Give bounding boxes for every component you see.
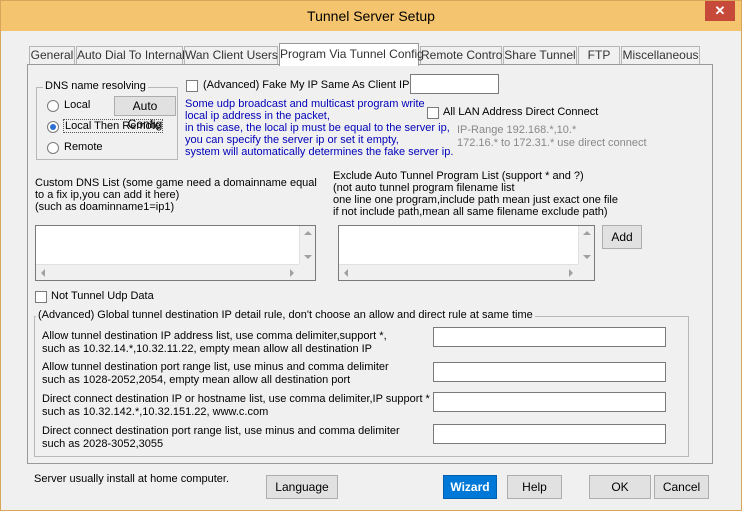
exclude-list-label: Exclude Auto Tunnel Program List (suppor… [333, 170, 618, 218]
tab-general[interactable]: General [29, 46, 75, 65]
custom-dns-label: Custom DNS List (some game need a domain… [35, 177, 317, 213]
global-rule-group-label: (Advanced) Global tunnel destination IP … [36, 309, 535, 321]
footer-note: Server usually install at home computer. [34, 473, 230, 485]
window-title: Tunnel Server Setup [307, 8, 435, 24]
close-button[interactable]: ✕ [705, 1, 735, 21]
tab-program-via-tunnel-config[interactable]: Program Via Tunnel Config [279, 43, 424, 66]
direct-port-input[interactable] [433, 424, 666, 444]
lan-direct-checkbox[interactable] [427, 107, 439, 119]
scroll-down-icon[interactable] [583, 255, 591, 259]
allow-port-input[interactable] [433, 362, 666, 382]
scroll-right-icon[interactable] [569, 269, 573, 277]
scroll-up-icon[interactable] [304, 231, 312, 235]
add-exclude-button[interactable]: Add [602, 225, 642, 249]
custom-dns-vertical-scrollbar[interactable] [299, 226, 315, 264]
cancel-button[interactable]: Cancel [654, 475, 709, 499]
language-button[interactable]: Language [266, 475, 338, 499]
dns-local-then-remote-radio[interactable] [47, 121, 59, 133]
fake-ip-input[interactable] [410, 74, 499, 94]
dns-group-label: DNS name resolving [43, 80, 148, 92]
scroll-up-icon[interactable] [583, 231, 591, 235]
scrollbar-corner [299, 264, 315, 280]
dns-local-radio[interactable] [47, 100, 59, 112]
scroll-right-icon[interactable] [290, 269, 294, 277]
fake-ip-help-text: Some udp broadcast and multicast program… [185, 98, 454, 158]
title-bar[interactable]: Tunnel Server Setup ✕ [1, 1, 741, 31]
dns-resolving-group: DNS name resolving Local Auto Config Loc… [36, 80, 178, 160]
scroll-left-icon[interactable] [344, 269, 348, 277]
tab-panel-program-via-tunnel-config: DNS name resolving Local Auto Config Loc… [27, 64, 713, 464]
close-icon: ✕ [714, 3, 726, 18]
help-button[interactable]: Help [507, 475, 562, 499]
dns-local-then-remote-label: Local Then Remote [63, 119, 163, 133]
allow-ip-input[interactable] [433, 327, 666, 347]
scroll-down-icon[interactable] [304, 255, 312, 259]
tab-share-tunnel[interactable]: Share Tunnel [503, 46, 577, 65]
scrollbar-corner [578, 264, 594, 280]
allow-ip-rule-label: Allow tunnel destination IP address list… [42, 330, 387, 355]
wizard-button[interactable]: Wizard [443, 475, 497, 499]
direct-ip-input[interactable] [433, 392, 666, 412]
scroll-left-icon[interactable] [41, 269, 45, 277]
dns-remote-radio[interactable] [47, 142, 59, 154]
direct-port-rule-label: Direct connect destination port range li… [42, 425, 400, 450]
dns-local-label: Local [64, 99, 91, 111]
exclude-horizontal-scrollbar[interactable] [339, 264, 578, 280]
tab-ftp[interactable]: FTP [578, 46, 620, 65]
tab-auto-dial-to-internal[interactable]: Auto Dial To Internal [76, 46, 185, 65]
tunnel-server-setup-window: Tunnel Server Setup ✕ General Auto Dial … [0, 0, 742, 511]
global-rule-group: (Advanced) Global tunnel destination IP … [34, 309, 689, 457]
exclude-vertical-scrollbar[interactable] [578, 226, 594, 264]
exclude-list-textarea[interactable] [338, 225, 595, 281]
tab-remote-control[interactable]: Remote Control [420, 46, 505, 65]
custom-dns-textarea[interactable] [35, 225, 316, 281]
direct-ip-rule-label: Direct connect destination IP or hostnam… [42, 393, 430, 418]
lan-direct-label: All LAN Address Direct Connect [443, 106, 599, 118]
fake-ip-label: (Advanced) Fake My IP Same As Client IP: [203, 79, 413, 91]
tab-wan-client-users[interactable]: Wan Client Users [184, 46, 278, 65]
not-tunnel-udp-checkbox[interactable] [35, 291, 47, 303]
fake-ip-checkbox[interactable] [186, 80, 198, 92]
lan-direct-help-text: IP-Range 192.168.*,10.* 172.16.* to 172.… [457, 124, 647, 149]
tab-miscellaneous[interactable]: Miscellaneous [621, 46, 700, 65]
allow-port-rule-label: Allow tunnel destination port range list… [42, 361, 389, 386]
not-tunnel-udp-label: Not Tunnel Udp Data [51, 290, 154, 302]
auto-config-button[interactable]: Auto Config [114, 96, 176, 131]
custom-dns-horizontal-scrollbar[interactable] [36, 264, 299, 280]
ok-button[interactable]: OK [589, 475, 651, 499]
dns-remote-label: Remote [64, 141, 103, 153]
